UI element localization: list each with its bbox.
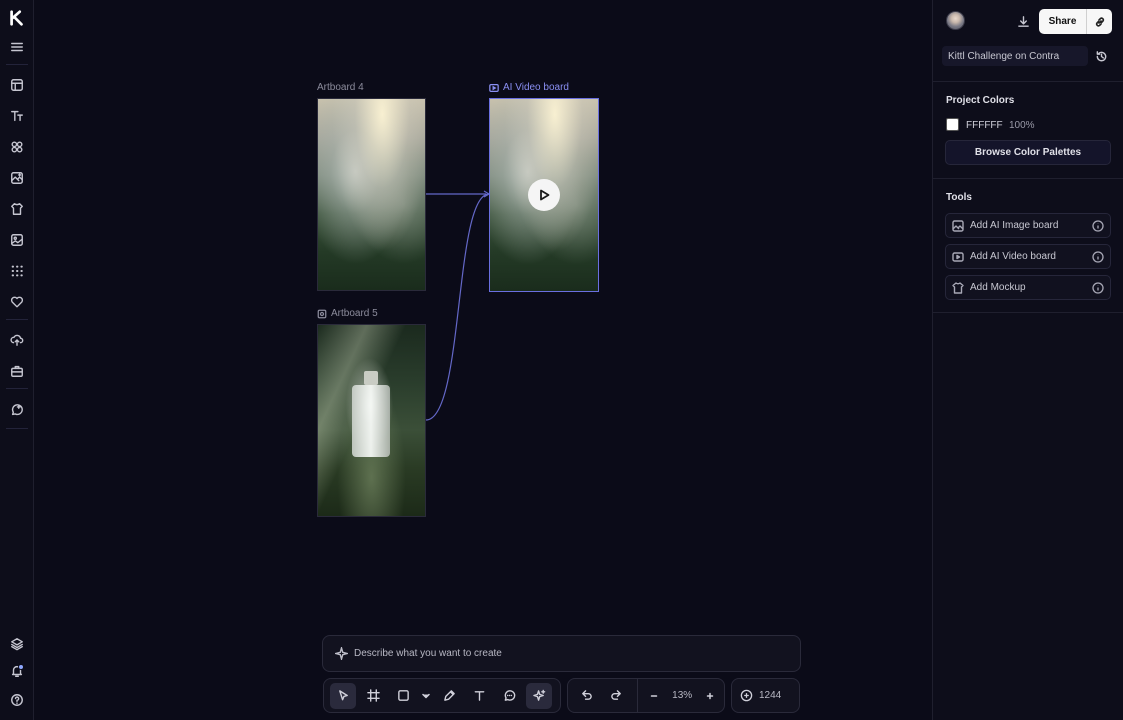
play-button[interactable] — [528, 179, 560, 211]
ai-prompt-bar[interactable]: Describe what you want to create — [322, 635, 801, 672]
text-icon[interactable] — [7, 106, 27, 126]
video-icon — [489, 83, 499, 92]
info-icon[interactable] — [1092, 281, 1104, 294]
perfume-bottle-image — [352, 371, 390, 457]
menu-icon[interactable] — [7, 37, 27, 57]
section-divider — [933, 312, 1123, 313]
frame-tool-icon[interactable] — [360, 683, 386, 709]
undo-icon[interactable] — [574, 683, 600, 709]
zoom-in-icon[interactable] — [702, 683, 718, 709]
info-icon[interactable] — [1092, 219, 1104, 232]
ai-video-board-label[interactable]: AI Video board — [489, 82, 569, 93]
notification-dot — [18, 664, 24, 670]
sparkle-icon — [335, 647, 348, 660]
ai-tool-icon[interactable] — [526, 682, 552, 709]
credits-button[interactable]: 1244 — [731, 678, 800, 713]
tool-group — [323, 678, 561, 713]
rail-divider — [6, 64, 28, 65]
artboard-5[interactable] — [317, 324, 426, 517]
add-mockup-button[interactable]: Add Mockup — [945, 275, 1111, 300]
layers-icon[interactable] — [7, 634, 27, 654]
zoom-out-icon[interactable] — [646, 683, 662, 709]
share-group: Share — [1039, 9, 1112, 34]
help-icon[interactable] — [7, 690, 27, 710]
ai-video-board[interactable] — [489, 98, 599, 292]
color-opacity[interactable]: 100% — [1009, 120, 1035, 131]
ai-image-icon[interactable] — [7, 168, 27, 188]
video-icon — [952, 251, 964, 262]
ai-image-icon — [952, 219, 964, 232]
history-zoom-group: 13% — [567, 678, 725, 713]
rail-divider — [6, 388, 28, 389]
brand-kit-icon[interactable] — [7, 361, 27, 381]
credits-count: 1244 — [759, 690, 782, 701]
add-credits-icon — [740, 689, 753, 702]
browse-color-palettes-button[interactable]: Browse Color Palettes — [945, 140, 1111, 165]
board-connector — [425, 190, 491, 421]
copy-link-icon[interactable] — [1086, 9, 1112, 34]
rail-divider — [6, 428, 28, 429]
templates-icon[interactable] — [7, 75, 27, 95]
rail-divider — [6, 319, 28, 320]
editor-app: Artboard 4 AI Video board Artboard 5 Des… — [0, 0, 1123, 720]
apps-icon[interactable] — [7, 261, 27, 281]
project-name-input[interactable] — [942, 46, 1088, 66]
text-tool-icon[interactable] — [466, 683, 492, 709]
upload-icon[interactable] — [7, 330, 27, 350]
tools-title: Tools — [946, 192, 972, 203]
image-board-icon — [317, 309, 327, 318]
add-ai-image-board-button[interactable]: Add AI Image board — [945, 213, 1111, 238]
select-tool-icon[interactable] — [330, 682, 356, 709]
shape-tool-icon[interactable] — [390, 683, 416, 709]
color-swatch[interactable] — [946, 118, 959, 131]
section-divider — [933, 178, 1123, 179]
notifications-icon[interactable] — [7, 661, 27, 681]
pen-tool-icon[interactable] — [436, 683, 462, 709]
canvas[interactable]: Artboard 4 AI Video board Artboard 5 Des… — [34, 0, 932, 720]
redo-icon[interactable] — [604, 683, 630, 709]
images-icon[interactable] — [7, 230, 27, 250]
download-icon[interactable] — [1013, 11, 1033, 31]
comment-tool-icon[interactable] — [496, 683, 522, 709]
zoom-level[interactable]: 13% — [664, 690, 700, 701]
ai-prompt-placeholder: Describe what you want to create — [354, 648, 502, 659]
elements-icon[interactable] — [7, 137, 27, 157]
left-rail — [0, 0, 34, 720]
section-divider — [933, 81, 1123, 82]
toolbar-divider — [637, 678, 639, 713]
avatar[interactable] — [946, 11, 965, 30]
artboard-4[interactable] — [317, 98, 426, 291]
kittl-logo-icon[interactable] — [7, 8, 27, 28]
mockup-icon[interactable] — [7, 199, 27, 219]
feedback-icon[interactable] — [7, 400, 27, 420]
favorites-icon[interactable] — [7, 292, 27, 312]
share-button[interactable]: Share — [1039, 9, 1086, 34]
color-hex[interactable]: FFFFFF — [966, 120, 1003, 131]
info-icon[interactable] — [1092, 250, 1104, 263]
artboard-4-label[interactable]: Artboard 4 — [317, 82, 364, 93]
project-colors-title: Project Colors — [946, 95, 1015, 106]
shape-dropdown-chevron-icon[interactable] — [420, 683, 432, 709]
mockup-icon — [952, 281, 964, 294]
artboard-5-label[interactable]: Artboard 5 — [317, 308, 378, 319]
version-history-icon[interactable] — [1091, 46, 1111, 66]
add-ai-video-board-button[interactable]: Add AI Video board — [945, 244, 1111, 269]
right-panel: Share Project Colors FFFFFF 100% Browse … — [932, 0, 1123, 720]
play-icon — [540, 189, 550, 201]
